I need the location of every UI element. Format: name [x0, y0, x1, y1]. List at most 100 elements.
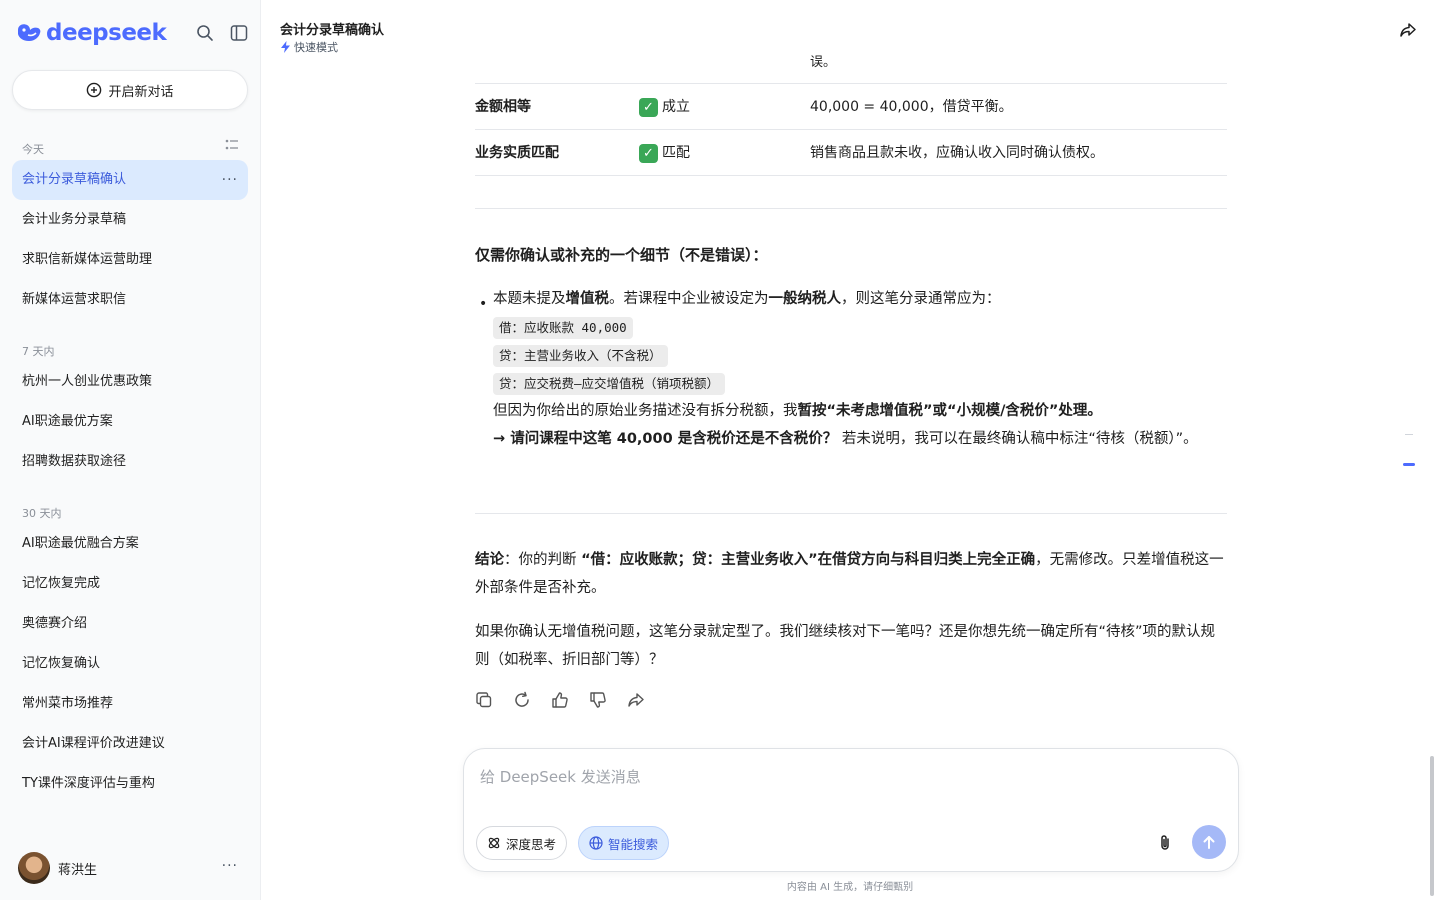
table-row: 金额相等 ✓ 成立 40,000 = 40,000，借贷平衡。: [475, 92, 1227, 122]
reason-paragraph: 但因为你给出的原始业务描述没有拆分税额，我暂按“未考虑增值税”或“小规模/含税价…: [493, 397, 1227, 425]
whale-icon: [18, 24, 41, 41]
section-heading-7days: 7 天内: [22, 345, 55, 358]
conversation-item[interactable]: 记忆恢复确认: [12, 644, 248, 684]
text: ，则这笔分录通常应为：: [841, 291, 1001, 307]
collapse-sidebar-button[interactable]: [228, 22, 250, 44]
scrollbar-thumb[interactable]: [1430, 756, 1434, 896]
message-composer: 深度思考 智能搜索: [463, 748, 1239, 872]
conversation-item[interactable]: 记忆恢复完成: [12, 564, 248, 604]
table-divider: [475, 129, 1227, 130]
outline-marker[interactable]: [1405, 434, 1413, 435]
detail-heading: 仅需你确认或补充的一个细节（不是错误）：: [475, 246, 768, 264]
conversation-item[interactable]: 求职信新媒体运营助理: [12, 240, 248, 280]
bold-text: 一般纳税人: [768, 291, 842, 307]
deep-think-toggle[interactable]: 深度思考: [476, 826, 568, 860]
ai-disclaimer: 内容由 AI 生成，请仔细甄别: [786, 882, 914, 893]
conversation-item-active[interactable]: 会计分录草稿确认 ···: [12, 160, 248, 200]
message-actions: [475, 691, 645, 709]
logo[interactable]: deepseek: [16, 20, 167, 46]
share-icon[interactable]: [1398, 20, 1418, 40]
message-input[interactable]: [480, 765, 1180, 789]
thumbs-up-icon[interactable]: [551, 691, 569, 709]
arrow-up-icon: [1203, 836, 1215, 849]
check-icon: ✓: [639, 97, 658, 117]
check-icon: ✓: [639, 143, 658, 163]
bold-text: → 请问课程中这笔 40,000 是含税价还是不含税价？: [493, 431, 838, 447]
table-divider: [475, 175, 1227, 176]
paperclip-icon[interactable]: [1155, 833, 1175, 853]
logo-text: deepseek: [46, 20, 167, 46]
conversation-item[interactable]: 常州菜市场推荐: [12, 684, 248, 724]
conversation-item[interactable]: 会计业务分录草稿: [12, 200, 248, 240]
inline-code-entry: 借：应收账款 40,000: [493, 317, 633, 339]
bullet-paragraph: 本题未提及增值税。若课程中企业被设定为一般纳税人，则这笔分录通常应为：: [493, 285, 1227, 313]
user-more-options-icon[interactable]: ···: [222, 858, 238, 874]
globe-icon: [589, 836, 603, 850]
table-divider: [475, 83, 1227, 84]
conversation-item[interactable]: 奥德赛介绍: [12, 604, 248, 644]
table-cell-status: ✓ 匹配: [639, 138, 690, 168]
plus-circle-icon: [87, 82, 102, 98]
copy-icon[interactable]: [475, 691, 493, 709]
section-rule: [475, 513, 1227, 514]
text: 但因为你给出的原始业务描述没有拆分税额，我: [493, 403, 798, 419]
conclusion-paragraph: 结论：你的判断 “借：应收账款；贷：主营业务收入”在借贷方向与科目归类上完全正确…: [475, 546, 1227, 602]
conversation-item[interactable]: AI职途最优方案: [12, 402, 248, 442]
table-cell-note: 销售商品且款未收，应确认收入同时确认债权。: [810, 145, 1104, 161]
text: ：你的判断: [504, 552, 582, 568]
mode-indicator: 快速模式: [280, 39, 338, 55]
thumbs-down-icon[interactable]: [589, 691, 607, 709]
search-button[interactable]: [194, 22, 216, 44]
smart-search-label: 智能搜索: [608, 836, 659, 852]
section-rule: [475, 208, 1227, 209]
table-cell-status: ✓ 成立: [639, 92, 690, 122]
conversation-item[interactable]: 招聘数据获取途径: [12, 442, 248, 482]
bold-text: “借：应收账款；贷：主营业务收入”在借贷方向与科目归类上完全正确: [581, 552, 1036, 568]
bold-text: 暂按“未考虑增值税”或“小规模/含税价”处理。: [797, 403, 1102, 419]
conversation-item[interactable]: 杭州一人创业优惠政策: [12, 362, 248, 402]
search-icon: [197, 25, 213, 41]
list-fade: [0, 800, 260, 830]
text: 。若课程中企业被设定为: [609, 291, 769, 307]
bullet-marker: •: [479, 296, 488, 312]
lightning-icon: [281, 41, 290, 53]
conversation-item[interactable]: 会计AI课程评价改进建议: [12, 724, 248, 764]
regenerate-icon[interactable]: [513, 691, 531, 709]
conversation-item[interactable]: 新媒体运营求职信: [12, 280, 248, 320]
new-chat-label: 开启新对话: [108, 84, 174, 100]
share-message-icon[interactable]: [627, 691, 645, 709]
text: 本题未提及: [493, 291, 566, 307]
user-name: 蒋洪生: [58, 862, 98, 878]
table-cell-item: 业务实质匹配: [475, 145, 559, 161]
new-chat-button[interactable]: 开启新对话: [12, 70, 248, 110]
bold-text: 结论: [475, 552, 504, 568]
atom-icon: [488, 837, 500, 849]
table-cell-item: 金额相等: [475, 99, 531, 115]
table-text-fragment: 误。: [810, 55, 837, 68]
sidebar-header: deepseek: [16, 20, 253, 46]
bold-text: 增值税: [565, 291, 610, 307]
section-heading-30days: 30 天内: [22, 507, 62, 520]
table-row: 业务实质匹配 ✓ 匹配 销售商品且款未收，应确认收入同时确认债权。: [475, 138, 1227, 168]
mode-label: 快速模式: [294, 41, 338, 54]
more-options-icon[interactable]: ···: [222, 160, 238, 200]
sidebar: deepseek 开启新对话 今天 会计分录草稿确认 ··· 会计业务分录草稿 …: [0, 0, 261, 900]
send-button[interactable]: [1192, 825, 1226, 859]
deep-think-label: 深度思考: [506, 836, 557, 852]
inline-code-entry: 贷：主营业务收入（不含税）: [493, 345, 668, 367]
table-cell-note: 40,000 = 40,000，借贷平衡。: [810, 99, 1013, 115]
outline-marker-active[interactable]: [1403, 463, 1415, 466]
conversation-item[interactable]: AI职途最优融合方案: [12, 524, 248, 564]
text: 若未说明，我可以在最终确认稿中标注“待核（税额）”。: [837, 431, 1198, 447]
conversation-item[interactable]: TY课件深度评估与重构: [12, 764, 248, 804]
status-text: 成立: [662, 99, 690, 115]
conversation-title: 会计分录草稿确认: [22, 172, 127, 187]
smart-search-toggle[interactable]: 智能搜索: [578, 826, 670, 860]
inline-code-entry: 贷：应交税费–应交增值税（销项税额）: [493, 373, 726, 395]
list-filter-icon[interactable]: [224, 137, 240, 153]
status-text: 匹配: [662, 145, 690, 161]
sidebar-toggle-icon: [230, 25, 248, 41]
followup-paragraph: 如果你确认无增值税问题，这笔分录就定型了。我们继续核对下一笔吗？还是你想先统一确…: [475, 624, 1216, 668]
section-heading-today: 今天: [22, 143, 44, 156]
chat-title: 会计分录草稿确认: [280, 23, 385, 38]
